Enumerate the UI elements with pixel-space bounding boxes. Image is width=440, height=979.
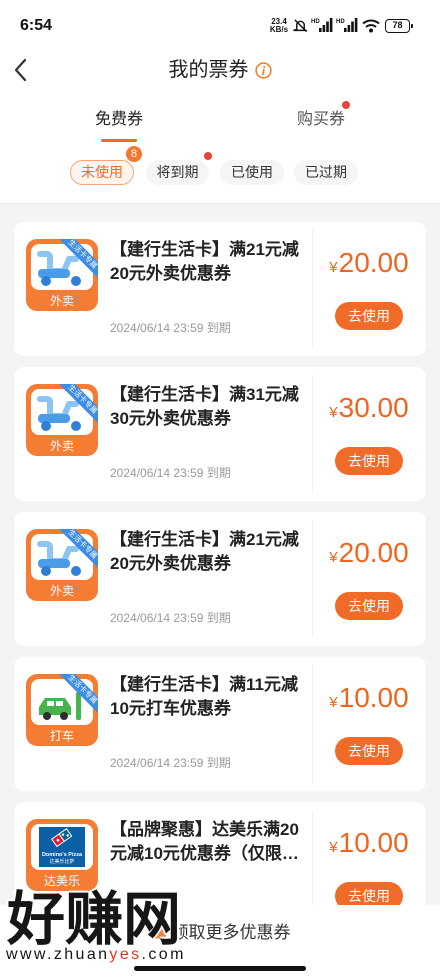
coupon-amount: ¥20.00 xyxy=(312,245,426,281)
watermark-url-part: .com xyxy=(141,946,186,963)
active-tab-indicator xyxy=(101,139,137,142)
status-time: 6:54 xyxy=(20,17,53,34)
coupon-card[interactable]: 生活卡专属 外卖 【建行生活卡】满21元减20元外卖优惠券 2024/06/14… xyxy=(14,512,426,646)
page-title: 我的票券 xyxy=(168,59,249,81)
coupon-expiry: 2024/06/14 23:59 到期 xyxy=(110,756,231,770)
currency-symbol: ¥ xyxy=(329,259,338,276)
coupon-expiry: 2024/06/14 23:59 到期 xyxy=(110,321,231,335)
amount-value: 10.00 xyxy=(338,827,409,858)
coupon-category: 打车 xyxy=(50,728,74,743)
use-coupon-button[interactable]: 去使用 xyxy=(335,592,403,620)
net-speed-unit: KB/s xyxy=(269,25,289,34)
tab-free-coupons[interactable]: 免费券 xyxy=(69,109,169,131)
watermark-logo-text: 好赚网 xyxy=(7,887,182,952)
page-header: 我的票券 xyxy=(0,57,440,83)
network-speed: 23.4 KB/s xyxy=(267,18,291,34)
coupon-card[interactable]: 生活卡专属 打车 【建行生活卡】满11元减10元打车优惠券 2024/06/14… xyxy=(14,657,426,791)
amount-value: 20.00 xyxy=(338,537,409,568)
coupon-card[interactable]: 生活卡专属 外卖 【建行生活卡】满31元减30元外卖优惠券 2024/06/14… xyxy=(14,367,426,501)
coupon-card[interactable]: 生活卡专属 外卖 【建行生活卡】满21元减20元外卖优惠券 2024/06/14… xyxy=(14,222,426,356)
info-icon[interactable] xyxy=(254,61,272,79)
use-coupon-button[interactable]: 去使用 xyxy=(335,447,403,475)
filter-expiring-soon[interactable]: 将到期 xyxy=(146,160,209,185)
coupon-category: 达美乐 xyxy=(44,874,80,888)
battery-icon: 78 xyxy=(385,19,413,33)
coupon-title: 【建行生活卡】满31元减30元外卖优惠券 xyxy=(110,385,299,428)
count-badge: 8 xyxy=(126,146,142,162)
coupon-expiry: 2024/06/14 23:59 到期 xyxy=(110,466,231,480)
dominos-logo: Domino's Pizza 达美乐比萨 达美乐 xyxy=(26,819,98,891)
currency-symbol: ¥ xyxy=(329,549,338,566)
coupon-amount: ¥10.00 xyxy=(312,680,426,716)
watermark-url-part: www.zhuan xyxy=(6,946,110,963)
mute-bell-icon xyxy=(293,19,308,33)
signal-hd-label: HD xyxy=(336,19,345,25)
use-coupon-button[interactable]: 去使用 xyxy=(335,302,403,330)
currency-symbol: ¥ xyxy=(329,694,338,711)
logo-text: Domino's Pizza xyxy=(42,852,83,858)
wifi-icon xyxy=(362,19,380,33)
car-icon: 生活卡专属 打车 xyxy=(26,674,98,746)
watermark-url: www.zhuanyes.com xyxy=(6,946,186,964)
coupon-category: 外卖 xyxy=(50,584,74,598)
filter-used[interactable]: 已使用 xyxy=(220,160,284,185)
logo-text: 达美乐比萨 xyxy=(49,858,74,865)
coupon-title: 【品牌聚惠】达美乐满20元减10元优惠券（仅限… xyxy=(110,820,299,863)
coupon-amount: ¥20.00 xyxy=(312,535,426,571)
coupon-title: 【建行生活卡】满21元减20元外卖优惠券 xyxy=(110,530,299,573)
notification-dot xyxy=(342,101,350,109)
filter-unused[interactable]: 未使用 xyxy=(70,160,134,185)
amount-value: 20.00 xyxy=(338,247,409,278)
coupon-category: 外卖 xyxy=(50,294,74,308)
tab-purchased-coupons[interactable]: 购买券 xyxy=(271,109,371,131)
coupon-title: 【建行生活卡】满21元减20元外卖优惠券 xyxy=(110,240,299,283)
signal-icon: HD xyxy=(311,18,333,32)
scooter-icon: 生活卡专属 外卖 xyxy=(26,384,98,456)
coupon-amount: ¥30.00 xyxy=(312,390,426,426)
scooter-icon: 生活卡专属 外卖 xyxy=(26,239,98,311)
currency-symbol: ¥ xyxy=(329,404,338,421)
amount-value: 30.00 xyxy=(338,392,409,423)
signal-hd-label: HD xyxy=(311,19,320,25)
signal-icon: HD xyxy=(336,18,358,32)
battery-level: 78 xyxy=(392,20,403,30)
scooter-icon: 生活卡专属 外卖 xyxy=(26,529,98,601)
coupon-amount: ¥10.00 xyxy=(312,825,426,861)
coupon-title: 【建行生活卡】满11元减10元打车优惠券 xyxy=(110,675,298,718)
coupon-expiry: 2024/06/14 23:59 到期 xyxy=(110,611,231,625)
currency-symbol: ¥ xyxy=(329,839,338,856)
watermark: 好赚网 www.zhuanyes.com xyxy=(4,889,194,967)
filter-expired[interactable]: 已过期 xyxy=(294,160,358,185)
notification-dot xyxy=(204,152,212,160)
use-coupon-button[interactable]: 去使用 xyxy=(335,737,403,765)
status-bar: 6:54 23.4 KB/s HD HD 78 xyxy=(0,0,440,48)
watermark-url-part: yes xyxy=(109,946,142,963)
coupon-category: 外卖 xyxy=(50,439,74,453)
amount-value: 10.00 xyxy=(338,682,409,713)
